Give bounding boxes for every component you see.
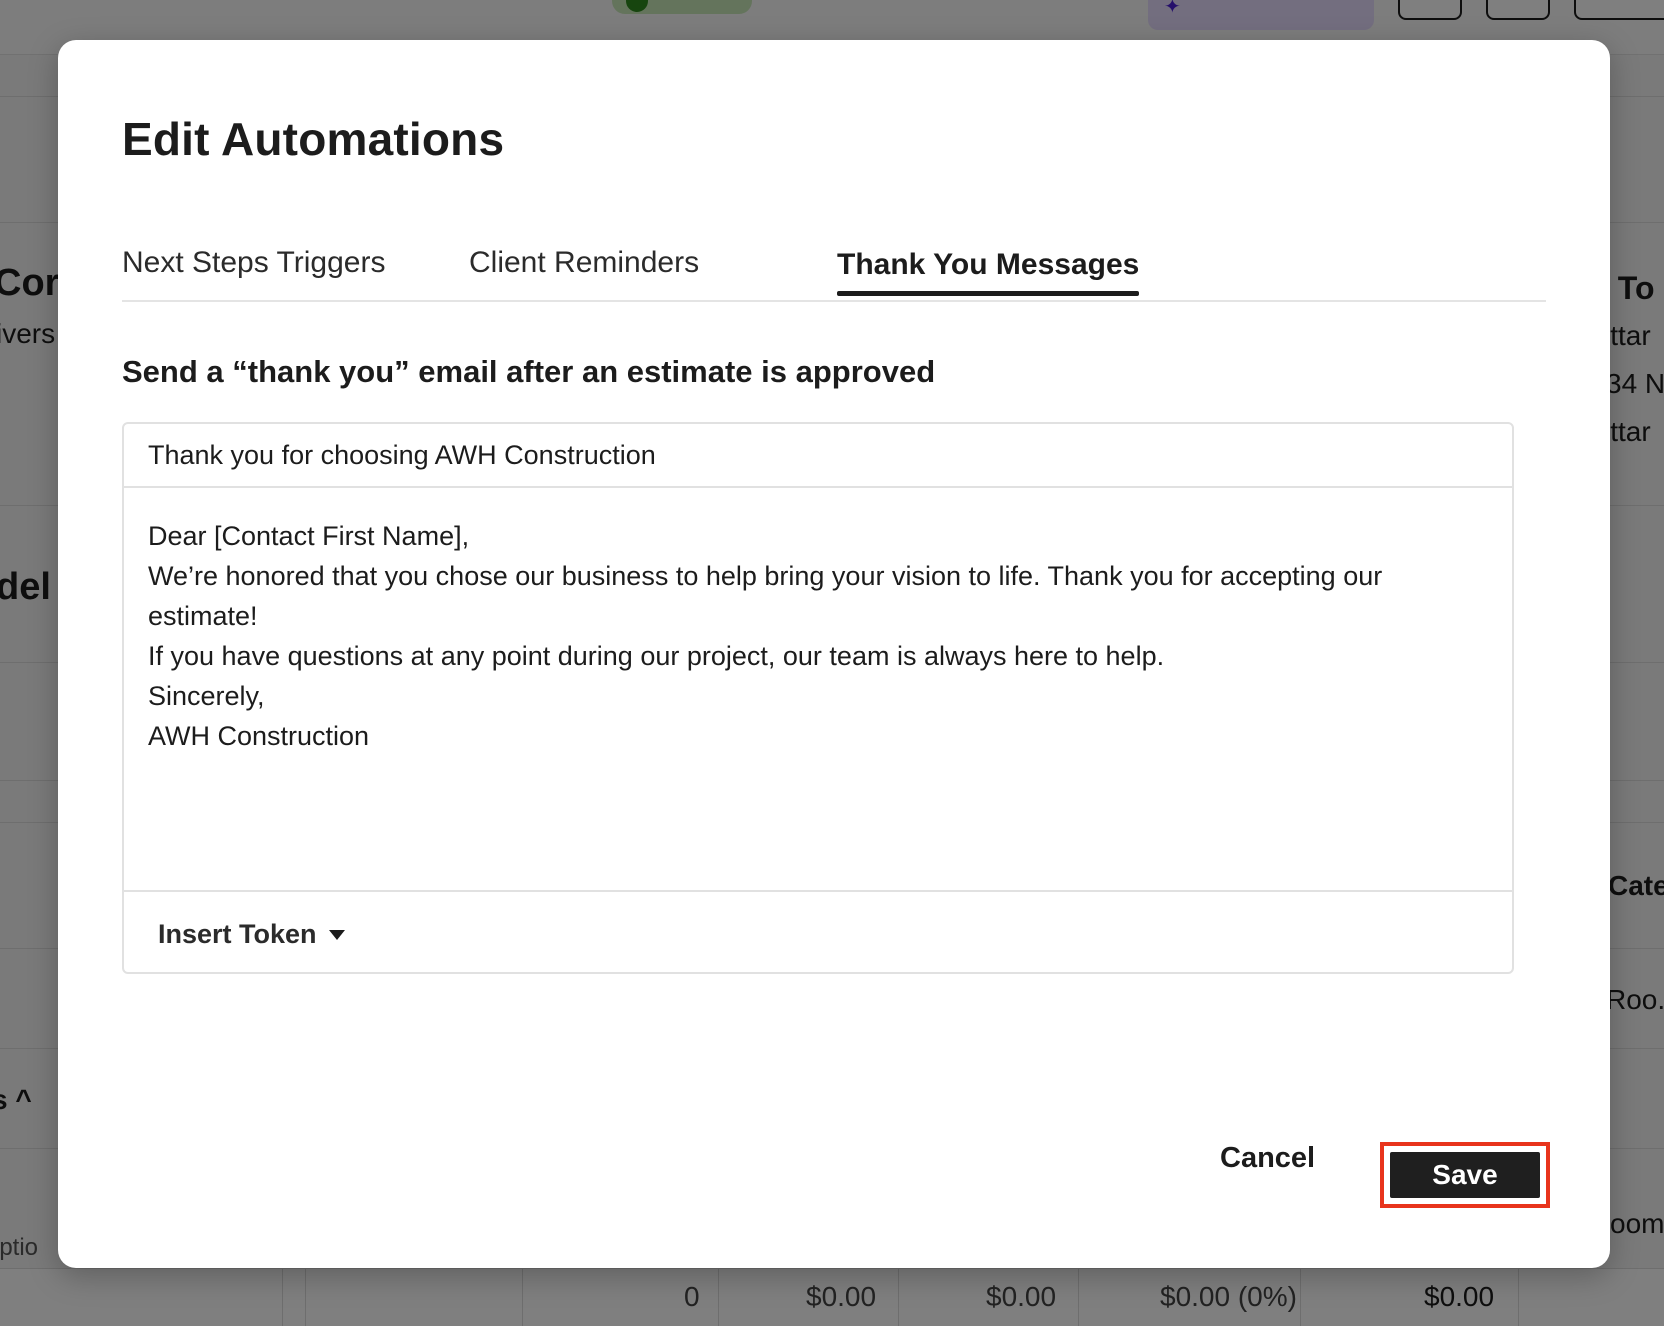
insert-token-label: Insert Token (158, 918, 317, 949)
edit-automations-dialog: Edit Automations Next Steps Triggers Cli… (58, 40, 1610, 1268)
body-line: estimate! (148, 601, 258, 631)
editor-toolbar: Insert Token (124, 892, 1512, 974)
tab-client-reminders[interactable]: Client Reminders (469, 246, 699, 290)
email-editor: Dear [Contact First Name], We’re honored… (122, 422, 1514, 974)
section-heading: Send a “thank you” email after an estima… (122, 354, 936, 389)
body-line: Dear [Contact First Name], (148, 521, 470, 551)
insert-token-dropdown[interactable]: Insert Token (158, 914, 345, 954)
tab-next-steps-triggers[interactable]: Next Steps Triggers (122, 246, 385, 290)
body-line: Sincerely, (148, 681, 265, 711)
email-body-textarea[interactable]: Dear [Contact First Name], We’re honored… (124, 488, 1512, 892)
email-subject-input[interactable] (124, 424, 1512, 488)
caret-down-icon (328, 930, 345, 940)
cancel-button[interactable]: Cancel (1214, 1132, 1321, 1184)
body-line: AWH Construction (148, 721, 370, 751)
tab-thank-you-messages[interactable]: Thank You Messages (837, 248, 1140, 296)
save-button[interactable]: Save (1390, 1152, 1540, 1198)
body-line: We’re honored that you chose our busines… (148, 561, 1383, 591)
dialog-title: Edit Automations (122, 113, 505, 165)
body-line: If you have questions at any point durin… (148, 641, 1165, 671)
automation-tabs: Next Steps Triggers Client Reminders Tha… (122, 200, 1546, 302)
